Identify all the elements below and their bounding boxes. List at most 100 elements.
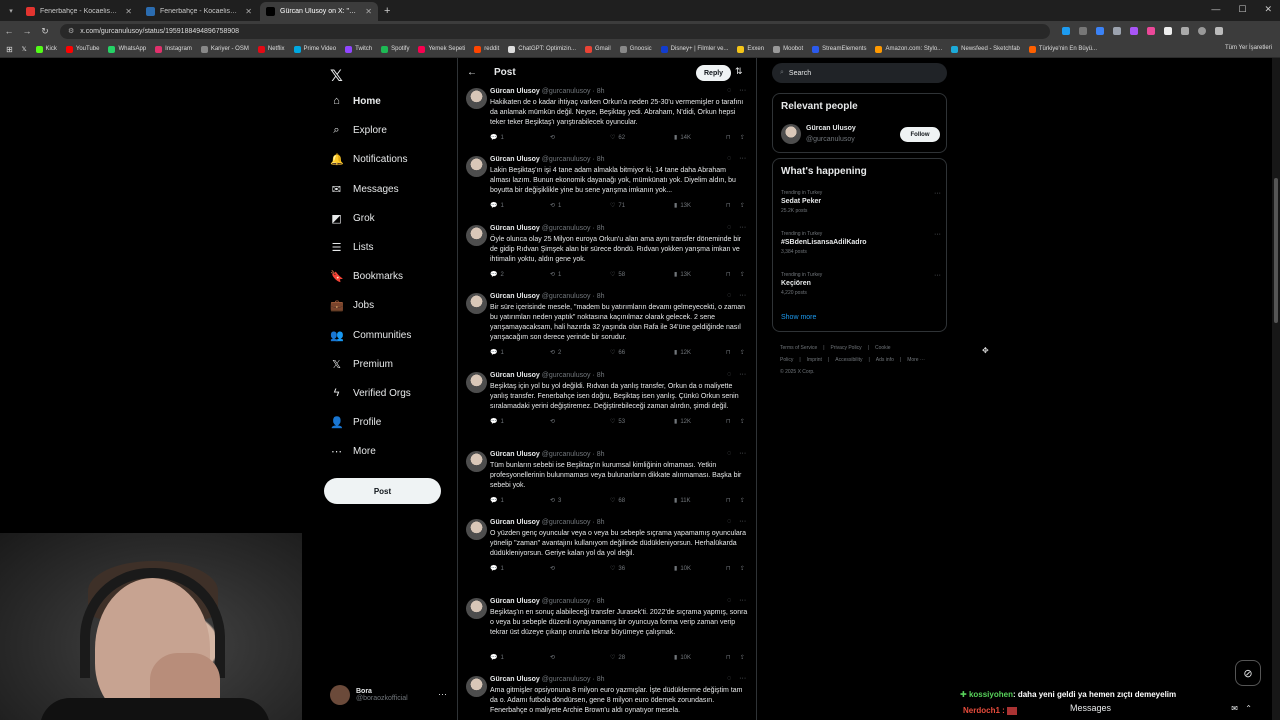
like-action[interactable]: ♡ 53 [610,418,625,426]
bookmark-item[interactable]: Disney+ | Filmler ve... [660,45,728,53]
extension-icon[interactable] [1113,27,1121,35]
avatar[interactable] [466,372,487,393]
bookmark-action[interactable]: ⊓ [726,349,731,356]
avatar[interactable] [466,88,487,109]
x-logo-icon[interactable]: 𝕏 [330,66,343,86]
extension-icon[interactable] [1062,27,1070,35]
tweet-time[interactable]: · 8h [592,676,604,683]
share-action[interactable]: ⇪ [740,565,745,572]
site-info-icon[interactable]: ⚙ [68,27,74,35]
reply-button[interactable]: Reply [696,65,732,81]
reply-action[interactable]: 💬 1 [490,418,504,426]
tweet[interactable]: Gürcan Ulusoy @gurcanulusoy · 8h ◌ ··· T… [458,449,756,511]
close-tab-icon[interactable]: ✕ [365,7,372,16]
bookmark-item[interactable]: Exxen [737,45,764,53]
trend-item[interactable]: Trending in Turkey Sedat Peker 25.2K pos… [781,190,941,214]
person-name[interactable]: Gürcan Ulusoy [806,125,856,132]
reply-action[interactable]: 💬 1 [490,565,504,573]
nav-item-communities[interactable]: 👥 Communities [330,329,411,342]
share-action[interactable]: ⇪ [740,418,745,425]
more-dots-icon[interactable]: ··· [739,450,746,457]
avatar[interactable] [466,451,487,472]
scrollbar-thumb[interactable] [1274,178,1278,323]
grok-icon[interactable]: ◌ [727,675,731,682]
chevron-up-icon[interactable]: ⌃ [1245,704,1252,713]
tweet[interactable]: Gürcan Ulusoy @gurcanulusoy · 8h ◌ ··· O… [458,517,756,579]
reply-action[interactable]: 💬 2 [490,271,504,279]
retweet-action[interactable]: ⟲ [550,418,558,425]
extension-icon[interactable] [1079,27,1087,35]
bookmark-item[interactable]: Instagram [155,45,192,53]
share-action[interactable]: ⇪ [740,497,745,504]
more-dots-icon[interactable]: ··· [739,224,746,231]
more-dots-icon[interactable]: ··· [739,675,746,682]
trend-item[interactable]: Trending in Turkey Keçiören 4,220 posts … [781,272,941,296]
compose-message-icon[interactable]: ✉ [1231,704,1238,713]
grok-icon[interactable]: ◌ [727,450,731,457]
footer-link[interactable]: Ads info [876,357,894,363]
more-dots-icon[interactable]: ··· [934,231,941,238]
views-action[interactable]: ▮ 14K [674,134,691,142]
bookmark-item[interactable]: Gnoosic [619,45,652,53]
like-action[interactable]: ♡ 66 [610,349,625,357]
bookmark-item[interactable]: Netflix [257,45,285,53]
reply-action[interactable]: 💬 1 [490,134,504,142]
bookmark-item[interactable]: Kariyer - OSM [200,45,249,53]
extension-icon[interactable] [1147,27,1155,35]
more-dots-icon[interactable]: ··· [739,597,746,604]
retweet-action[interactable]: ⟲ 3 [550,497,561,505]
extension-icon[interactable] [1164,27,1172,35]
x-bookmark-icon[interactable]: 𝕏 [22,46,27,53]
reload-icon[interactable]: ↻ [36,26,54,37]
menu-dots-icon[interactable] [1215,27,1223,35]
post-button[interactable]: Post [324,478,441,504]
bookmark-action[interactable]: ⊓ [726,654,731,661]
footer-link[interactable]: Imprint [807,357,822,363]
author-name[interactable]: Gürcan Ulusoy [490,156,540,163]
share-action[interactable]: ⇪ [740,349,745,356]
close-window-button[interactable]: ✕ [1264,4,1272,15]
bookmark-item[interactable]: Moobot [773,45,803,53]
forward-arrow-icon[interactable]: → [18,26,36,36]
browser-tab[interactable]: Fenerbahçe - Kocaelispor canlı ✕ [20,2,138,21]
nav-item-jobs[interactable]: 💼 Jobs [330,299,374,312]
back-arrow-icon[interactable]: ← [467,67,477,78]
grok-icon[interactable]: ◌ [727,597,731,604]
like-action[interactable]: ♡ 62 [610,134,625,142]
grok-icon[interactable]: ◌ [727,155,731,162]
retweet-action[interactable]: ⟲ 2 [550,349,561,357]
bookmark-action[interactable]: ⊓ [726,271,731,278]
nav-item-explore[interactable]: ⌕ Explore [330,124,387,137]
browser-tab[interactable]: Gürcan Ulusoy on X: "Şimdi du ✕ [260,2,378,21]
views-action[interactable]: ▮ 11K [674,497,691,505]
views-action[interactable]: ▮ 12K [674,418,691,426]
tweet[interactable]: Gürcan Ulusoy @gurcanulusoy · 8h ◌ ··· A… [458,674,756,720]
share-action[interactable]: ⇪ [740,654,745,661]
page-scrollbar[interactable] [1272,58,1280,720]
tweet-time[interactable]: · 8h [592,519,604,526]
tweet[interactable]: Gürcan Ulusoy @gurcanulusoy · 8h ◌ ··· L… [458,154,756,216]
nav-item-profile[interactable]: 👤 Profile [330,416,381,429]
retweet-action[interactable]: ⟲ 1 [550,202,561,210]
apps-grid-icon[interactable]: ⊞ [6,45,13,54]
extension-icon[interactable] [1096,27,1104,35]
like-action[interactable]: ♡ 58 [610,271,625,279]
tweet[interactable]: Gürcan Ulusoy @gurcanulusoy · 8h ◌ ··· B… [458,596,756,668]
grok-icon[interactable]: ◌ [727,371,731,378]
bookmark-item[interactable]: YouTube [65,45,99,53]
avatar[interactable] [466,598,487,619]
views-action[interactable]: ▮ 10K [674,565,691,573]
footer-link[interactable]: Privacy Policy [831,345,862,351]
views-action[interactable]: ▮ 13K [674,202,691,210]
reply-action[interactable]: 💬 1 [490,349,504,357]
bookmark-item[interactable]: Spotify [381,45,409,53]
trend-item[interactable]: Trending in Turkey #SBdenLisansaAdilKadr… [781,231,941,255]
tab-search-button[interactable]: ▾ [4,2,18,21]
tweet-time[interactable]: · 8h [592,156,604,163]
bookmark-item[interactable]: Twitch [345,45,372,53]
tweet[interactable]: Gürcan Ulusoy @gurcanulusoy · 8h ◌ ··· B… [458,291,756,363]
nav-item-premium[interactable]: 𝕏 Premium [330,358,393,371]
author-name[interactable]: Gürcan Ulusoy [490,372,540,379]
author-name[interactable]: Gürcan Ulusoy [490,451,540,458]
tweet-time[interactable]: · 8h [592,372,604,379]
